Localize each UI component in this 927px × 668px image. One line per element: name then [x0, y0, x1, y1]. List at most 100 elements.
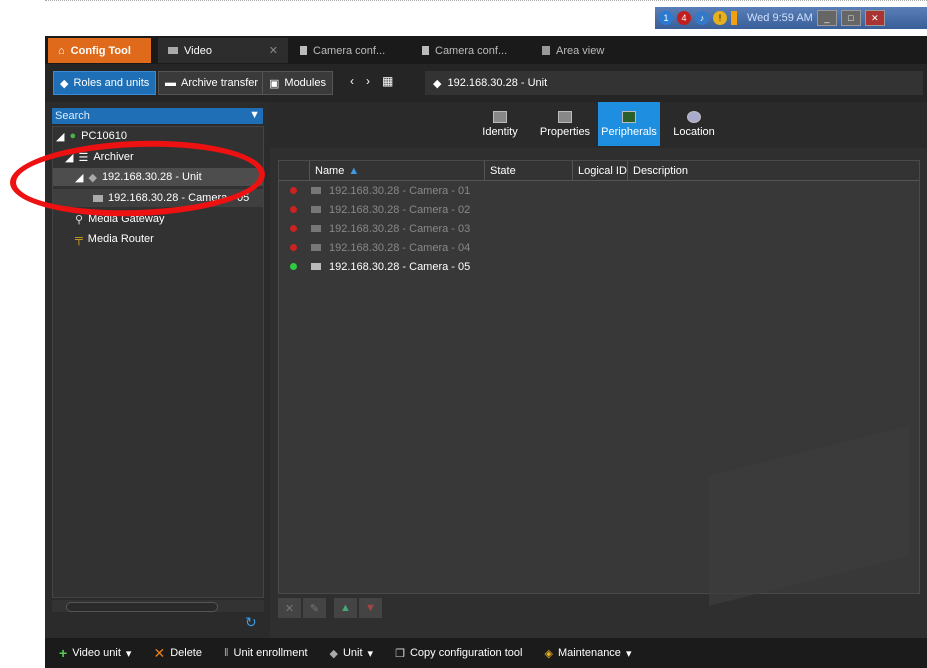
status-offline-icon	[290, 206, 297, 213]
location-icon	[687, 110, 701, 123]
horizontal-scrollbar[interactable]	[52, 600, 264, 612]
toolbar: ◆ Roles and units ▬ Archive transfer ▣ M…	[45, 64, 927, 102]
selection-dotted-line	[45, 0, 927, 1]
gateway-icon: ⚲	[75, 213, 84, 226]
tree-label: PC10610	[81, 130, 127, 142]
scrollbar-thumb[interactable]	[66, 602, 218, 612]
forward-arrow-icon[interactable]: ›	[366, 74, 370, 88]
row-name: 192.168.30.28 - Camera - 05	[329, 260, 471, 273]
tab-area-view[interactable]: Area view	[532, 38, 652, 63]
delete-button[interactable]: ✕ Delete	[153, 645, 202, 662]
tab-peripherals[interactable]: Peripherals	[598, 102, 660, 146]
filter-icon[interactable]: ▼	[249, 109, 260, 121]
identity-icon	[493, 110, 507, 123]
back-arrow-icon[interactable]: ‹	[350, 74, 354, 88]
column-header-state[interactable]: State	[484, 161, 572, 180]
unit-icon: ◆	[329, 647, 338, 660]
header-label: Description	[633, 164, 689, 177]
status-offline-icon	[290, 225, 297, 232]
column-header-name[interactable]: Name ▲	[309, 161, 484, 180]
tab-video[interactable]: Video ✕	[158, 38, 288, 63]
move-down-icon[interactable]: ▼	[359, 598, 382, 618]
archive-transfer-button[interactable]: ▬ Archive transfer	[158, 71, 266, 95]
alert-icon[interactable]: 4	[677, 11, 691, 25]
network-icon[interactable]: 1	[659, 11, 673, 25]
unit-enrollment-button[interactable]: ‖ Unit enrollment	[224, 647, 308, 659]
refresh-icon[interactable]: ↻	[245, 614, 257, 631]
grid-action-bar: ✕ ✎ ▲ ▼	[278, 598, 382, 618]
delete-icon: ✕	[153, 644, 166, 661]
tab-config-tool[interactable]: ⌂ Config Tool	[48, 38, 151, 63]
add-icon: +	[59, 645, 68, 661]
edit-icon[interactable]: ✎	[303, 598, 326, 618]
sort-asc-icon: ▲	[348, 164, 360, 177]
tab-identity[interactable]: Identity	[478, 102, 522, 146]
collapse-arrow-icon[interactable]: ◢	[56, 130, 64, 143]
tab-location[interactable]: Location	[670, 102, 718, 146]
tab-bar: ⌂ Config Tool Video ✕ Camera conf... Cam…	[45, 36, 927, 64]
maintenance-icon: ◈	[544, 647, 553, 660]
breadcrumb-text: 192.168.30.28 - Unit	[447, 77, 548, 89]
enrollment-icon: ‖	[223, 647, 229, 659]
remove-icon[interactable]: ✕	[278, 598, 301, 618]
search-input[interactable]: Search ▼	[52, 108, 263, 124]
video-unit-button[interactable]: + Video unit ▾	[59, 645, 131, 661]
camera-icon	[311, 206, 321, 213]
camera-icon	[168, 47, 178, 54]
tab-properties[interactable]: Properties	[536, 102, 594, 146]
tab-label: Peripherals	[601, 125, 657, 138]
breadcrumb[interactable]: ◆ 192.168.30.28 - Unit	[425, 71, 923, 95]
button-label: Roles and units	[73, 77, 150, 89]
close-tab-icon[interactable]: ✕	[269, 44, 278, 57]
bottom-action-bar: + Video unit ▾ ✕ Delete ‖ Unit enrollmen…	[45, 638, 927, 668]
archive-icon: ▬	[165, 77, 176, 89]
minimize-button[interactable]: _	[816, 10, 837, 26]
camera-icon	[311, 225, 321, 232]
row-name: 192.168.30.28 - Camera - 01	[329, 184, 471, 197]
move-up-icon[interactable]: ▲	[334, 598, 357, 618]
column-header-description[interactable]: Description	[627, 161, 807, 180]
tab-label: Location	[673, 125, 715, 138]
tab-camera-conf-2[interactable]: Camera conf...	[412, 38, 532, 63]
table-row[interactable]: 192.168.30.28 - Camera - 01	[279, 181, 919, 200]
home-icon: ⌂	[58, 44, 65, 57]
area-icon	[542, 46, 550, 55]
maintenance-button[interactable]: ◈ Maintenance ▾	[544, 647, 631, 660]
button-label: Maintenance	[557, 647, 621, 659]
status-online-icon	[290, 263, 297, 270]
warning-icon[interactable]: !	[713, 11, 727, 25]
table-row[interactable]: 192.168.30.28 - Camera - 05	[279, 257, 919, 276]
maximize-button[interactable]: □	[840, 10, 861, 26]
grid-header: Name ▲ State Logical ID Description	[279, 161, 919, 181]
button-label: Copy configuration tool	[409, 647, 523, 659]
clock-text: Wed 9:59 AM	[747, 12, 813, 24]
table-row[interactable]: 192.168.30.28 - Camera - 03	[279, 219, 919, 238]
peripherals-icon	[622, 110, 636, 123]
peripherals-grid: Name ▲ State Logical ID Description 192.…	[278, 160, 920, 606]
table-row[interactable]: 192.168.30.28 - Camera - 04	[279, 238, 919, 257]
button-label: Delete	[170, 647, 202, 659]
chevron-down-icon[interactable]: ▾	[626, 647, 632, 660]
nav-arrows: ‹ › ▦	[350, 74, 393, 88]
row-name: 192.168.30.28 - Camera - 04	[329, 241, 471, 254]
close-button[interactable]: ✕	[864, 10, 885, 26]
chevron-down-icon[interactable]: ▾	[368, 647, 374, 660]
table-row[interactable]: 192.168.30.28 - Camera - 02	[279, 200, 919, 219]
unit-icon: ◆	[60, 77, 69, 90]
tree-item-media-router[interactable]: ╤ Media Router	[75, 230, 154, 248]
header-label: State	[490, 164, 516, 177]
column-header-logical-id[interactable]: Logical ID	[572, 161, 627, 180]
modules-button[interactable]: ▣ Modules	[262, 71, 333, 95]
button-label: Video unit	[72, 647, 121, 659]
battery-icon[interactable]	[731, 11, 737, 25]
volume-icon[interactable]: ♪	[695, 11, 709, 25]
status-offline-icon	[290, 187, 297, 194]
copy-configuration-button[interactable]: ❐ Copy configuration tool	[395, 647, 522, 660]
roles-and-units-button[interactable]: ◆ Roles and units	[53, 71, 157, 95]
map-icon[interactable]: ▦	[382, 74, 393, 88]
server-icon: ●	[69, 130, 77, 142]
chevron-down-icon[interactable]: ▾	[126, 647, 132, 660]
unit-menu-button[interactable]: ◆ Unit ▾	[330, 647, 374, 660]
status-offline-icon	[290, 244, 297, 251]
tab-camera-conf-1[interactable]: Camera conf...	[290, 38, 410, 63]
